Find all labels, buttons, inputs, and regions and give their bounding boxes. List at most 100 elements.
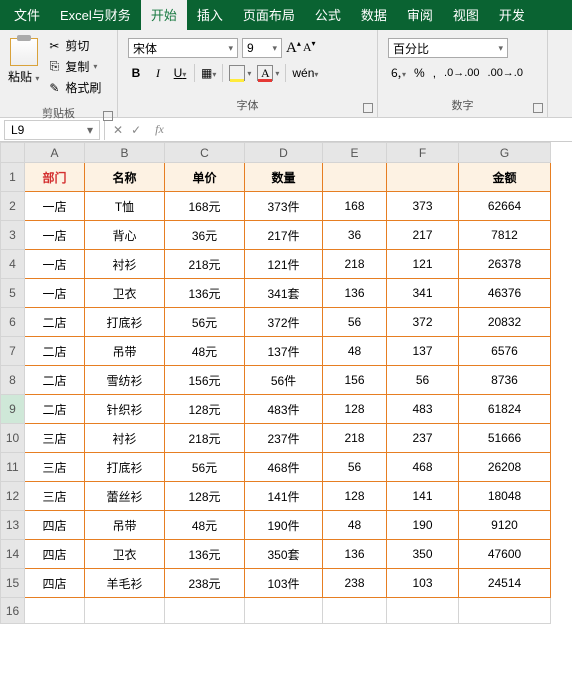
- cell-F11[interactable]: 468: [387, 453, 459, 482]
- cell-E2[interactable]: 168: [323, 192, 387, 221]
- cell-E3[interactable]: 36: [323, 221, 387, 250]
- cell-B15[interactable]: 羊毛衫: [85, 569, 165, 598]
- cell-B9[interactable]: 针织衫: [85, 395, 165, 424]
- percent-button[interactable]: %: [414, 66, 425, 80]
- cell-E9[interactable]: 128: [323, 395, 387, 424]
- cell-C9[interactable]: 128元: [165, 395, 245, 424]
- cell-C3[interactable]: 36元: [165, 221, 245, 250]
- fill-color-button[interactable]: ▾: [229, 65, 251, 81]
- cell-A14[interactable]: 四店: [25, 540, 85, 569]
- increase-decimal-button[interactable]: .0→.00: [444, 67, 479, 79]
- row-header-5[interactable]: 5: [1, 279, 25, 308]
- cell-B4[interactable]: 衬衫: [85, 250, 165, 279]
- row-header-4[interactable]: 4: [1, 250, 25, 279]
- cell-G15[interactable]: 24514: [459, 569, 551, 598]
- select-all-corner[interactable]: [1, 143, 25, 163]
- row-header-11[interactable]: 11: [1, 453, 25, 482]
- cell-F5[interactable]: 341: [387, 279, 459, 308]
- font-color-button[interactable]: A▾: [257, 65, 279, 81]
- row-header-15[interactable]: 15: [1, 569, 25, 598]
- enter-formula-icon[interactable]: ✓: [131, 123, 141, 137]
- cell-F3[interactable]: 217: [387, 221, 459, 250]
- cell-A11[interactable]: 三店: [25, 453, 85, 482]
- font-name-combo[interactable]: 宋体▾: [128, 38, 238, 58]
- col-header-G[interactable]: G: [459, 143, 551, 163]
- cell-D3[interactable]: 217件: [245, 221, 323, 250]
- row-header-2[interactable]: 2: [1, 192, 25, 221]
- col-header-D[interactable]: D: [245, 143, 323, 163]
- comma-button[interactable]: ,: [433, 66, 436, 80]
- header-cell-C[interactable]: 单价: [165, 163, 245, 192]
- cell-E16[interactable]: [323, 598, 387, 624]
- cell-G10[interactable]: 51666: [459, 424, 551, 453]
- cell-D14[interactable]: 350套: [245, 540, 323, 569]
- cell-F7[interactable]: 137: [387, 337, 459, 366]
- tab-8[interactable]: 视图: [443, 0, 489, 30]
- cell-G7[interactable]: 6576: [459, 337, 551, 366]
- row-header-6[interactable]: 6: [1, 308, 25, 337]
- cell-E10[interactable]: 218: [323, 424, 387, 453]
- col-header-C[interactable]: C: [165, 143, 245, 163]
- cell-B5[interactable]: 卫衣: [85, 279, 165, 308]
- paste-icon[interactable]: [10, 38, 38, 66]
- cell-D7[interactable]: 137件: [245, 337, 323, 366]
- cell-A10[interactable]: 三店: [25, 424, 85, 453]
- underline-button[interactable]: U▾: [172, 66, 188, 80]
- tab-1[interactable]: Excel与财务: [50, 0, 141, 30]
- cell-G3[interactable]: 7812: [459, 221, 551, 250]
- header-cell-G[interactable]: 金额: [459, 163, 551, 192]
- cell-C5[interactable]: 136元: [165, 279, 245, 308]
- cell-D5[interactable]: 341套: [245, 279, 323, 308]
- cell-C13[interactable]: 48元: [165, 511, 245, 540]
- row-header-9[interactable]: 9: [1, 395, 25, 424]
- copy-button[interactable]: ⎘复制▾: [45, 57, 103, 76]
- col-header-B[interactable]: B: [85, 143, 165, 163]
- row-header-12[interactable]: 12: [1, 482, 25, 511]
- cell-G6[interactable]: 20832: [459, 308, 551, 337]
- cell-G12[interactable]: 18048: [459, 482, 551, 511]
- cell-F16[interactable]: [387, 598, 459, 624]
- cell-A16[interactable]: [25, 598, 85, 624]
- row-header-8[interactable]: 8: [1, 366, 25, 395]
- cell-A15[interactable]: 四店: [25, 569, 85, 598]
- cell-C11[interactable]: 56元: [165, 453, 245, 482]
- tab-6[interactable]: 数据: [351, 0, 397, 30]
- cell-F15[interactable]: 103: [387, 569, 459, 598]
- cell-B2[interactable]: T恤: [85, 192, 165, 221]
- cell-F4[interactable]: 121: [387, 250, 459, 279]
- paste-button[interactable]: 粘贴 ▾: [8, 68, 39, 85]
- row-header-14[interactable]: 14: [1, 540, 25, 569]
- tab-5[interactable]: 公式: [305, 0, 351, 30]
- cell-C16[interactable]: [165, 598, 245, 624]
- cell-F12[interactable]: 141: [387, 482, 459, 511]
- cell-F14[interactable]: 350: [387, 540, 459, 569]
- cell-B16[interactable]: [85, 598, 165, 624]
- cell-C14[interactable]: 136元: [165, 540, 245, 569]
- accounting-format-button[interactable]: 🄇▾: [390, 64, 406, 81]
- cell-B11[interactable]: 打底衫: [85, 453, 165, 482]
- row-header-13[interactable]: 13: [1, 511, 25, 540]
- cell-C10[interactable]: 218元: [165, 424, 245, 453]
- cell-B6[interactable]: 打底衫: [85, 308, 165, 337]
- cell-B3[interactable]: 背心: [85, 221, 165, 250]
- tab-2[interactable]: 开始: [141, 0, 187, 30]
- header-cell-E[interactable]: [323, 163, 387, 192]
- tab-7[interactable]: 审阅: [397, 0, 443, 30]
- cell-G13[interactable]: 9120: [459, 511, 551, 540]
- cell-D11[interactable]: 468件: [245, 453, 323, 482]
- tab-3[interactable]: 插入: [187, 0, 233, 30]
- dialog-launcher-icon[interactable]: [533, 103, 543, 113]
- cell-D6[interactable]: 372件: [245, 308, 323, 337]
- cell-D16[interactable]: [245, 598, 323, 624]
- increase-font-icon[interactable]: A▴: [286, 39, 301, 57]
- cell-D8[interactable]: 56件: [245, 366, 323, 395]
- cell-C2[interactable]: 168元: [165, 192, 245, 221]
- cell-D4[interactable]: 121件: [245, 250, 323, 279]
- cell-D12[interactable]: 141件: [245, 482, 323, 511]
- cell-E13[interactable]: 48: [323, 511, 387, 540]
- cell-G5[interactable]: 46376: [459, 279, 551, 308]
- cell-A2[interactable]: 一店: [25, 192, 85, 221]
- cell-G9[interactable]: 61824: [459, 395, 551, 424]
- cell-E15[interactable]: 238: [323, 569, 387, 598]
- cell-D10[interactable]: 237件: [245, 424, 323, 453]
